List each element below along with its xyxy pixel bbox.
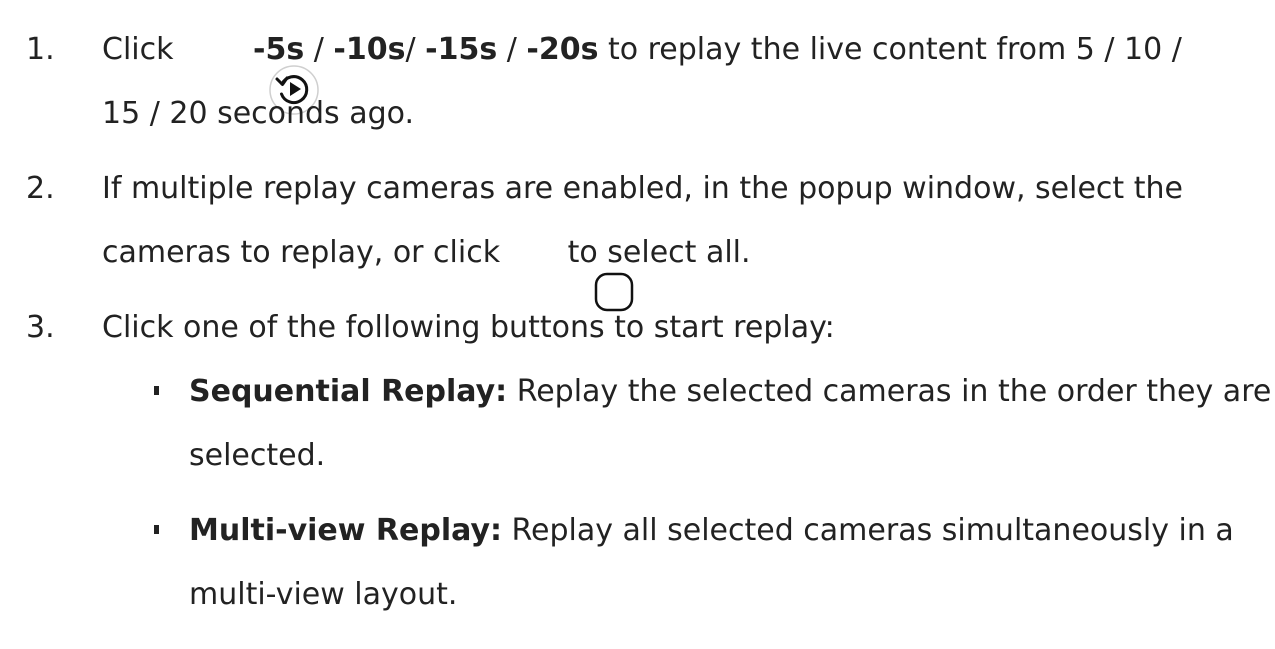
option-minus-15s: -15s — [425, 32, 498, 67]
bullet-line-1: Sequential Replay: Replay the selected c… — [189, 372, 1271, 412]
step-1-line-2: 15 / 20 seconds ago. — [102, 96, 415, 131]
bullet-line-2: multi-view layout. — [189, 577, 458, 612]
bullet-line-2: selected. — [189, 438, 326, 473]
instructions-document: 1. Click -5s / -10s/ -15s / -20s to repl… — [0, 0, 1275, 649]
bullet-text: Replay the selected cameras in the order… — [507, 374, 1272, 409]
term-colon: : — [490, 513, 502, 548]
option-minus-20s: -20s — [526, 32, 599, 67]
step-text: to select all. — [567, 235, 751, 270]
step-number: 2. — [26, 171, 55, 206]
bullet-text: Replay all selected cameras simultaneous… — [502, 513, 1234, 548]
step-2-line-1: If multiple replay cameras are enabled, … — [102, 171, 1183, 206]
separator: / — [497, 32, 527, 67]
term-sequential-replay: Sequential Replay — [189, 374, 496, 409]
option-minus-10s: -10s — [333, 32, 406, 67]
step-text: Click — [102, 32, 174, 67]
step-number: 1. — [26, 32, 55, 67]
term-multi-view-replay: Multi-view Replay — [189, 513, 490, 548]
step-2-line-2: cameras to replay, or click to select al… — [102, 232, 751, 311]
step-text: to replay the live content from 5 / 10 / — [598, 32, 1182, 67]
bullet-marker — [154, 386, 159, 395]
bullet-marker — [154, 525, 159, 534]
step-number: 3. — [26, 310, 55, 345]
bullet-line-1: Multi-view Replay: Replay all selected c… — [189, 511, 1234, 551]
step-1-line-1: Click -5s / -10s/ -15s / -20s to replay … — [102, 30, 1182, 115]
step-text: cameras to replay, or click — [102, 235, 501, 270]
replay-icon — [191, 23, 320, 115]
checkbox-icon — [518, 232, 634, 311]
step-3-line-1: Click one of the following buttons to st… — [102, 310, 835, 345]
separator: / — [405, 32, 426, 67]
term-colon: : — [495, 374, 508, 409]
